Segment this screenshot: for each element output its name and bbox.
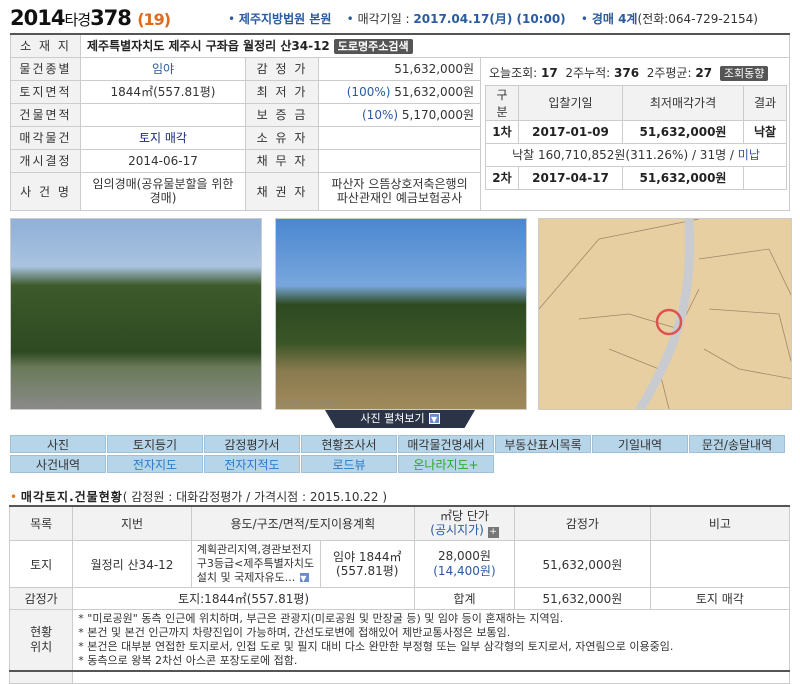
creditor-label: 채 권 자 <box>245 171 319 211</box>
col-note: 비고 <box>649 505 791 541</box>
col-unit-price: ㎡당 단가 (공시지가) + <box>413 505 516 541</box>
tab-cadastral-map[interactable]: 전자지적도 <box>204 455 300 473</box>
status-row: 현황 위치 * "미로공원" 동측 인근에 위치하며, 부근은 관광지(미로공원 … <box>8 609 790 672</box>
table-row: 토지 월정리 산34-12 계획관리지역,경관보전지구3등급<제주특별자치도 설… <box>8 540 791 588</box>
sale-date: 2017.04.17(月) (10:00) <box>413 12 566 26</box>
tab-onnara-map[interactable]: 온나라지도+ <box>398 455 494 473</box>
col-min-price: 최저매각가격 <box>622 84 744 121</box>
building-area-value <box>80 102 246 127</box>
total-row: 감정가 토지:1844㎡(557.81평) 합계 51,632,000원 토지 … <box>8 587 791 610</box>
photo-1[interactable]: 국민일행 : 본건 전경(1) <box>10 218 262 410</box>
section-heading: • 매각토지.건물현황( 감정원 : 대화감정평가 / 가격시점 : 2015.… <box>10 490 388 504</box>
min-price-label: 최 저 가 <box>245 79 319 104</box>
debtor-label: 채 무 자 <box>245 148 319 173</box>
deposit-value: (10%) 5,170,000원 <box>318 102 481 127</box>
building-area-label: 건물면적 <box>10 102 81 127</box>
chevron-down-icon: ▼ <box>428 413 440 424</box>
tab-documents[interactable]: 문건/송달내역 <box>689 435 785 453</box>
location-value: 제주특별자치도 제주시 구좌읍 월정리 산34-12 <box>87 39 330 54</box>
tab-status-survey[interactable]: 현황조사서 <box>301 435 397 453</box>
expand-photos-button[interactable]: 사진 펼쳐보기 ▼ <box>325 410 475 428</box>
phone: (전화:064-729-2154) <box>637 12 758 26</box>
road-address-search-button[interactable]: 도로명주소검색 <box>333 39 413 55</box>
unpaid-link[interactable]: 미납 <box>738 148 760 162</box>
debtor-value <box>318 148 481 173</box>
start-decision-label: 개시결정 <box>10 148 81 173</box>
col-use: 용도/구조/면적/토지이용계획 <box>190 505 415 541</box>
col-list: 목록 <box>8 505 74 541</box>
bid-panel: 오늘조회: 17 2주누적: 376 2주평균: 27 조회동향 구분 입찰기일 최… <box>480 56 790 211</box>
col-bid-date: 입찰기일 <box>518 84 623 121</box>
land-status-table: 목록 지번 용도/구조/면적/토지이용계획 ㎡당 단가 (공시지가) + 감정가 … <box>8 505 791 684</box>
bid-note: 낙찰 160,710,852원(311.26%) / 31명 / 미납 <box>485 142 787 167</box>
location-label: 소 재 지 <box>10 33 81 58</box>
creditor-value: 파산자 으뜸상호저축은행의 파산관재인 예금보험공사 <box>318 171 481 211</box>
owner-label: 소 유 자 <box>245 125 319 150</box>
col-appraisal: 감정가 <box>514 505 651 541</box>
start-decision-value: 2014-06-17 <box>80 148 246 173</box>
view-stats: 오늘조회: 17 2주누적: 376 2주평균: 27 조회동향 <box>481 58 789 85</box>
view-count: (19) <box>137 10 171 29</box>
tab-land-registry[interactable]: 토지등기 <box>107 435 203 453</box>
property-type-value: 임야 <box>80 56 246 81</box>
plus-icon[interactable]: + <box>487 527 499 538</box>
case-name-label: 사 건 명 <box>10 171 81 211</box>
col-lot: 지번 <box>72 505 192 541</box>
bid-history-table: 구분 입찰기일 최저매각가격 결과 1차 2017-01-09 51,632,000원 낙찰… <box>485 84 787 190</box>
sale-item-value: 토지 매각 <box>80 125 246 150</box>
land-area-label: 토지면적 <box>10 79 81 104</box>
col-result: 결과 <box>743 84 787 121</box>
tab-appraisal[interactable]: 감정평가서 <box>204 435 300 453</box>
chevron-down-icon[interactable]: ▼ <box>299 572 311 583</box>
property-type-label: 물건종별 <box>10 56 81 81</box>
cadastral-map[interactable] <box>538 218 792 410</box>
sale-item-label: 매각물건 <box>10 125 81 150</box>
case-header-info: • 제주지방법원 본원 • 매각기일 : 2017.04.17(月) (10:0… <box>228 12 758 26</box>
appraisal-value: 51,632,000원 <box>318 56 481 81</box>
document-tabs: 사진 토지등기 감정평가서 현황조사서 매각물건명세서 부동산표시목록 기일내역… <box>10 435 790 473</box>
bid-row: 2차 2017-04-17 51,632,000원 <box>485 165 787 190</box>
col-round: 구분 <box>485 84 519 121</box>
land-area-value: 1844㎡(557.81평) <box>80 79 246 104</box>
bid-row: 1차 2017-01-09 51,632,000원 낙찰 <box>485 119 787 144</box>
view-trend-button[interactable]: 조회동향 <box>719 65 769 81</box>
case-title: 2014타경378 (19) <box>10 6 171 30</box>
tab-date-history[interactable]: 기일내역 <box>592 435 688 453</box>
case-name-value: 임의경매(공유물분할을 위한 경매) <box>80 171 246 211</box>
map-drawing <box>539 219 791 409</box>
tab-e-map[interactable]: 전자지도 <box>107 455 203 473</box>
tab-case-history[interactable]: 사건내역 <box>10 455 106 473</box>
tab-photo[interactable]: 사진 <box>10 435 106 453</box>
min-price-value: (100%) 51,632,000원 <box>318 79 481 104</box>
court-name: 제주지방법원 본원 <box>238 12 332 26</box>
deposit-label: 보 증 금 <box>245 102 319 127</box>
appraisal-label: 감 정 가 <box>245 56 319 81</box>
tab-property-list[interactable]: 부동산표시목록 <box>495 435 591 453</box>
tab-sale-statement[interactable]: 매각물건명세서 <box>398 435 494 453</box>
owner-value <box>318 125 481 150</box>
auction-dept: 경매 4계 <box>591 12 638 26</box>
case-info-table: 소 재 지 제주특별자치도 제주시 구좌읍 월정리 산34-12 도로명주소검색 … <box>10 33 790 211</box>
tab-roadview[interactable]: 로드뷰 <box>301 455 397 473</box>
photo-2[interactable]: 국민일행 : 본건 전경(2) <box>275 218 527 410</box>
